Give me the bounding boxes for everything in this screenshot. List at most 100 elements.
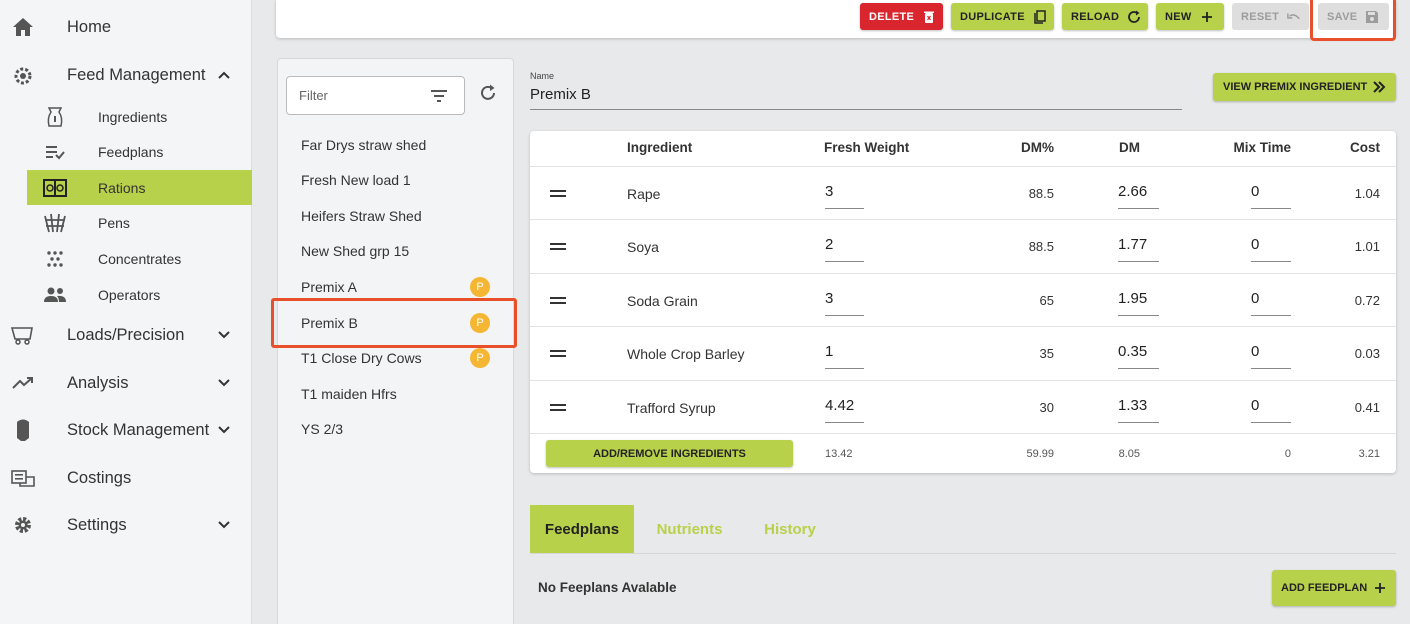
col-header-dm: DM [1119,140,1140,155]
sidebar-item-ingredients[interactable]: Ingredients [27,99,252,134]
tab-history-label: History [764,520,816,538]
filter-field[interactable] [286,76,465,115]
fresh-weight-input[interactable]: 3 [825,288,864,316]
undo-icon [1287,10,1301,24]
dots-icon [43,247,67,271]
mix-time-input[interactable]: 0 [1251,288,1291,316]
cell-cost: 1.04 [1354,186,1380,201]
cell-cost: 0.41 [1354,400,1380,415]
new-label: NEW [1165,10,1192,23]
reset-label: RESET [1241,10,1280,23]
dm-input[interactable]: 1.33 [1118,395,1159,423]
delete-button[interactable]: DELETE [860,3,943,30]
home-icon [11,15,35,39]
dm-input[interactable]: 0.35 [1118,341,1159,369]
sidebar-item-pens[interactable]: Pens [27,205,252,240]
dm-value: 1.77 [1118,236,1148,253]
drag-handle-icon[interactable] [550,404,566,412]
col-header-fresh-weight: Fresh Weight [824,140,910,155]
add-remove-ingredients-button[interactable]: ADD/REMOVE INGREDIENTS [546,440,793,467]
sidebar-item-feedplans[interactable]: Feedplans [27,134,252,169]
sidebar-item-concentrates[interactable]: Concentrates [27,241,252,276]
drag-handle-icon[interactable] [550,243,566,251]
dm-input[interactable]: 1.95 [1118,288,1159,316]
chevron-up-icon [218,71,230,79]
chevron-down-icon [218,426,230,434]
fresh-weight-input[interactable]: 1 [825,341,864,369]
tab-nutrients[interactable]: Nutrients [644,505,735,553]
list-item-label: Premix A [301,279,358,295]
nav-analysis[interactable]: Analysis [0,365,252,401]
new-button[interactable]: NEW [1156,3,1224,30]
filter-icon[interactable] [429,88,449,104]
selected-item-highlight-outline [271,298,517,348]
nav-home[interactable]: Home [0,9,252,45]
plus-icon [1375,583,1385,593]
refresh-icon [1127,10,1141,24]
fresh-weight-value: 2 [825,236,834,253]
list-item[interactable]: New Shed grp 15 [278,234,513,268]
drag-handle-icon[interactable] [550,190,566,198]
refresh-list-icon[interactable] [478,83,498,103]
fresh-weight-value: 3 [825,290,834,307]
nav-settings[interactable]: Settings [0,507,252,543]
col-header-dm-pct: DM% [1021,140,1054,155]
list-item[interactable]: Fresh New load 1 [278,163,513,197]
sidebar-item-operators[interactable]: Operators [27,277,252,312]
list-item[interactable]: Heifers Straw Shed [278,199,513,233]
list-item[interactable]: T1 maiden Hfrs [278,377,513,411]
drag-handle-icon[interactable] [550,350,566,358]
add-remove-label: ADD/REMOVE INGREDIENTS [593,447,746,460]
nav-loads-precision[interactable]: Loads/Precision [0,317,252,353]
nav-feed-management[interactable]: Feed Management [0,57,252,93]
mix-time-input[interactable]: 0 [1251,181,1291,209]
tab-feedplans-label: Feedplans [544,520,620,538]
dm-input[interactable]: 2.66 [1118,181,1159,209]
dm-input[interactable]: 1.77 [1118,234,1159,262]
drag-handle-icon[interactable] [550,297,566,305]
mix-time-input[interactable]: 0 [1251,341,1291,369]
trending-up-icon [11,371,35,395]
premix-badge: P [470,348,490,368]
fresh-weight-input[interactable]: 2 [825,234,864,262]
table-row: Soda Grain 3 65 1.95 0 0.72 [530,274,1396,327]
list-item-label: T1 maiden Hfrs [301,386,397,402]
cell-ingredient: Trafford Syrup [627,400,716,416]
add-feedplan-button[interactable]: ADD FEEDPLAN [1272,570,1396,606]
nav-costings[interactable]: Costings [0,460,252,496]
sidebar-item-concentrates-label: Concentrates [98,250,182,267]
filter-input[interactable] [299,88,419,103]
reset-button[interactable]: RESET [1232,3,1309,30]
chevron-down-icon [218,379,230,387]
total-cost: 3.21 [1358,448,1380,460]
mix-time-value: 0 [1251,290,1260,307]
plus-icon [1200,10,1214,24]
tab-feedplans[interactable]: Feedplans [530,505,634,553]
list-item-label: Far Drys straw shed [301,137,427,153]
wagon-icon [11,323,35,347]
mix-time-input[interactable]: 0 [1251,234,1291,262]
duplicate-button[interactable]: DUPLICATE [951,3,1054,30]
name-field[interactable]: Premix B [530,86,591,103]
nav-home-label: Home [67,17,112,36]
chevron-down-icon [218,331,230,339]
reload-button[interactable]: RELOAD [1062,3,1148,30]
fresh-weight-input[interactable]: 3 [825,181,864,209]
ingredients-table: Ingredient Fresh Weight DM% DM Mix Time … [530,131,1396,473]
col-header-cost: Cost [1350,140,1380,155]
fresh-weight-input[interactable]: 4.42 [825,395,864,423]
view-premix-ingredient-button[interactable]: VIEW PREMIX INGREDIENT [1213,73,1396,101]
nav-stock-management[interactable]: Stock Management [0,412,252,448]
sidebar-item-pens-label: Pens [98,214,130,231]
pen-fence-icon [43,211,67,235]
sidebar-item-rations[interactable]: Rations [27,170,252,205]
cell-dm-pct: 65 [1039,293,1054,308]
list-item[interactable]: Far Drys straw shed [278,128,513,162]
list-item[interactable]: YS 2/3 [278,412,513,446]
cell-cost: 0.03 [1354,346,1380,361]
gear-icon [11,513,35,537]
cell-dm-pct: 88.5 [1028,186,1054,201]
mix-time-input[interactable]: 0 [1251,395,1291,423]
cell-dm-pct: 88.5 [1028,239,1054,254]
tab-history[interactable]: History [752,505,828,553]
